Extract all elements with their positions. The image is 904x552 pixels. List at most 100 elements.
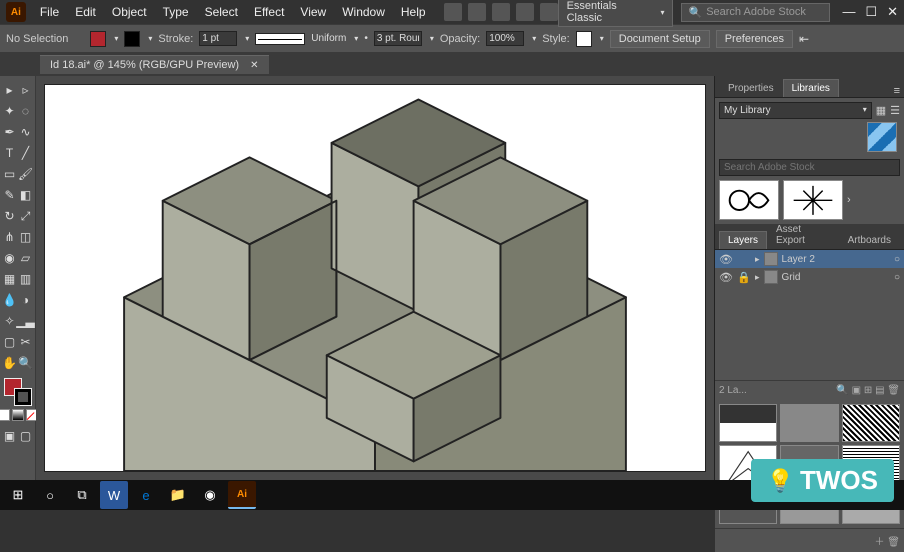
menu-help[interactable]: Help <box>393 5 434 19</box>
mesh-tool[interactable]: ▦ <box>2 269 18 289</box>
chevron-down-icon[interactable]: ▾ <box>148 34 152 43</box>
bridge-icon[interactable] <box>444 3 462 21</box>
magic-wand-tool[interactable]: ✦ <box>2 101 18 121</box>
chevron-down-icon[interactable]: ▾ <box>245 34 249 43</box>
menu-select[interactable]: Select <box>197 5 246 19</box>
canvas-area[interactable] <box>36 76 714 480</box>
menu-edit[interactable]: Edit <box>67 5 104 19</box>
stroke-box[interactable] <box>14 388 32 406</box>
lock-icon[interactable]: 🔒 <box>737 271 751 284</box>
chevron-down-icon[interactable]: ▾ <box>532 34 536 43</box>
menu-view[interactable]: View <box>292 5 334 19</box>
preferences-button[interactable]: Preferences <box>716 30 793 48</box>
gradient-tool[interactable]: ▥ <box>18 269 34 289</box>
artboard[interactable] <box>44 84 706 472</box>
opacity-input[interactable] <box>486 31 524 46</box>
line-tool[interactable]: ╱ <box>18 143 34 163</box>
perspective-tool[interactable]: ▱ <box>18 248 34 268</box>
fill-swatch[interactable] <box>90 31 106 47</box>
shape-builder-tool[interactable]: ◉ <box>2 248 18 268</box>
menu-type[interactable]: Type <box>155 5 197 19</box>
slice-tool[interactable]: ✂ <box>18 332 34 352</box>
layer-row[interactable]: 👁 ▸ Layer 2 ○ <box>715 250 904 268</box>
screen-mode-full[interactable]: ▢ <box>18 426 34 446</box>
delete-icon[interactable]: 🗑 <box>887 385 900 396</box>
maximize-icon[interactable]: ☐ <box>865 4 877 20</box>
blend-tool[interactable]: ◑ <box>18 290 34 310</box>
stroke-size-input[interactable] <box>199 31 237 46</box>
type-tool[interactable]: T <box>2 143 18 163</box>
library-asset-2[interactable] <box>783 180 843 220</box>
tab-properties[interactable]: Properties <box>719 79 783 97</box>
make-clip-icon[interactable]: ▣ <box>852 385 861 396</box>
search-icon[interactable]: ○ <box>36 481 64 509</box>
feedback-icon[interactable] <box>540 3 558 21</box>
minimize-icon[interactable]: — <box>842 4 855 20</box>
menu-effect[interactable]: Effect <box>246 5 292 19</box>
task-view-icon[interactable]: ⧉ <box>68 481 96 509</box>
chrome-icon[interactable]: ◉ <box>196 481 224 509</box>
layer-name[interactable]: Layer 2 <box>782 254 815 265</box>
new-layer-icon[interactable]: ▤ <box>875 385 884 396</box>
curvature-tool[interactable]: ∿ <box>18 122 34 142</box>
profile-label[interactable]: Uniform <box>311 33 346 44</box>
tab-artboards[interactable]: Artboards <box>839 231 900 249</box>
tab-asset-export[interactable]: Asset Export <box>767 220 839 249</box>
eraser-tool[interactable]: ◧ <box>18 185 34 205</box>
rotate-tool[interactable]: ↻ <box>2 206 18 226</box>
stock-icon[interactable] <box>468 3 486 21</box>
chevron-down-icon[interactable]: ▾ <box>114 34 118 43</box>
panel-menu-icon[interactable]: ≡ <box>894 85 900 97</box>
delete-asset-icon[interactable]: 🗑 <box>887 537 900 548</box>
layer-row[interactable]: 👁 🔒 ▸ Grid ○ <box>715 268 904 286</box>
scale-tool[interactable]: ⤢ <box>18 206 34 226</box>
asset-thumb[interactable] <box>719 404 777 442</box>
gradient-mode-icon[interactable] <box>12 409 24 421</box>
align-icon[interactable]: ⇤ <box>799 32 809 46</box>
edge-icon[interactable]: e <box>132 481 160 509</box>
new-sublayer-icon[interactable]: ⊞ <box>864 385 872 396</box>
direct-selection-tool[interactable]: ▹ <box>18 80 34 100</box>
color-mode-icon[interactable] <box>0 409 10 421</box>
menu-file[interactable]: File <box>32 5 67 19</box>
brush-tool[interactable]: 🖌 <box>18 164 34 184</box>
chevron-down-icon[interactable]: ▾ <box>354 34 358 43</box>
document-setup-button[interactable]: Document Setup <box>610 30 710 48</box>
arrange-icon[interactable] <box>492 3 510 21</box>
library-search-input[interactable] <box>719 159 900 176</box>
add-asset-icon[interactable]: ＋ <box>875 537 885 548</box>
free-transform-tool[interactable]: ◫ <box>18 227 34 247</box>
library-selector[interactable]: My Library ▾ <box>719 102 872 119</box>
word-icon[interactable]: W <box>100 481 128 509</box>
asset-thumb[interactable] <box>842 404 900 442</box>
pen-tool[interactable]: ✒ <box>2 122 18 142</box>
library-asset-1[interactable] <box>719 180 779 220</box>
explorer-icon[interactable]: 📁 <box>164 481 192 509</box>
target-icon[interactable]: ○ <box>894 254 900 265</box>
visibility-icon[interactable]: 👁 <box>719 271 733 284</box>
artboard-tool[interactable]: ▢ <box>2 332 18 352</box>
chevron-down-icon[interactable]: ▾ <box>430 34 434 43</box>
zoom-tool[interactable]: 🔍 <box>18 353 34 373</box>
menu-object[interactable]: Object <box>104 5 155 19</box>
search-adobe-stock[interactable]: 🔍 Search Adobe Stock <box>681 3 830 22</box>
gpu-icon[interactable] <box>516 3 534 21</box>
fill-stroke-swatch[interactable] <box>4 378 32 406</box>
brush-size-input[interactable] <box>374 31 422 46</box>
layer-name[interactable]: Grid <box>782 272 801 283</box>
graph-tool[interactable]: ▁▃ <box>18 311 34 331</box>
menu-window[interactable]: Window <box>334 5 393 19</box>
screen-mode-normal[interactable]: ▣ <box>2 426 18 446</box>
close-tab-icon[interactable]: ✕ <box>250 60 258 71</box>
start-button[interactable]: ⊞ <box>4 481 32 509</box>
list-view-icon[interactable]: ☰ <box>890 104 900 117</box>
chevron-down-icon[interactable]: ▾ <box>600 34 604 43</box>
expand-icon[interactable]: ▸ <box>755 254 760 265</box>
close-icon[interactable]: ✕ <box>887 4 898 20</box>
document-tab[interactable]: Id 18.ai* @ 145% (RGB/GPU Preview) ✕ <box>40 55 269 74</box>
grid-view-icon[interactable]: ▦ <box>876 104 886 117</box>
selection-tool[interactable]: ▸ <box>2 80 18 100</box>
asset-thumb[interactable] <box>780 404 838 442</box>
eyedropper-tool[interactable]: 💧 <box>2 290 18 310</box>
workspace-selector[interactable]: Essentials Classic ▾ <box>558 0 674 27</box>
